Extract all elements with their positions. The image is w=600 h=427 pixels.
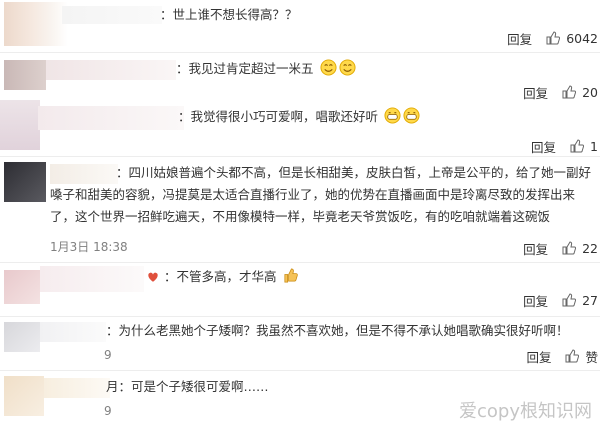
like-count: 27	[582, 292, 598, 308]
grin-emoji-icon	[403, 107, 420, 124]
thumbs-up-icon	[562, 293, 577, 307]
reply-button[interactable]: 回复	[523, 239, 548, 258]
username-blur	[38, 106, 184, 130]
comment-text: ：为什么老黑她个子矮啊？我虽然不喜欢她，但是不得不承认她唱歌确实很好听啊！	[106, 323, 569, 338]
avatar-blur	[0, 100, 40, 150]
avatar-blur	[4, 2, 68, 46]
like-count: 赞	[585, 349, 598, 365]
comment-body: ：我见过肯定超过一米五	[176, 61, 314, 76]
thumbs-up-icon	[570, 139, 585, 153]
reply-button[interactable]: 回复	[523, 291, 548, 310]
comment-actions: 回复 6042	[493, 28, 598, 48]
divider	[0, 316, 600, 317]
smile-emoji-icon	[319, 59, 337, 76]
smile-emoji-icon	[338, 59, 356, 76]
comment-actions: 回复 1	[517, 136, 598, 156]
reply-button[interactable]: 回复	[526, 347, 551, 366]
username-blur	[62, 6, 162, 24]
comment-actions: 回复 赞	[512, 346, 598, 366]
avatar-blur	[4, 162, 46, 202]
avatar-blur	[4, 60, 46, 90]
comment-text: ：不管多高，才华高	[146, 266, 299, 288]
like-count: 6042	[566, 30, 598, 46]
divider	[0, 156, 600, 157]
thumbs-up-icon	[546, 31, 561, 45]
like-count: 22	[582, 240, 598, 256]
like-button[interactable]: 20	[562, 85, 598, 100]
comment-body: ：我觉得很小巧可爱啊，唱歌还好听	[178, 109, 379, 124]
avatar-blur	[4, 376, 44, 416]
thumbs-up-icon	[562, 85, 577, 99]
like-count: 1	[590, 138, 598, 154]
divider	[0, 370, 600, 371]
like-button[interactable]: 6042	[546, 31, 598, 46]
divider	[0, 52, 600, 53]
like-count: 20	[582, 84, 598, 100]
comment-time: 9	[104, 348, 112, 362]
comment-text: ：我觉得很小巧可爱啊，唱歌还好听	[178, 106, 420, 128]
comment-text: 月：可是个子矮很可爱啊……	[106, 379, 269, 394]
comment-actions: 回复 20	[509, 82, 598, 102]
comment-text: ：世上谁不想长得高？？	[160, 7, 298, 22]
thumbs-up-icon	[565, 349, 580, 363]
heart-emoji-icon	[148, 272, 158, 282]
watermark-text: 爱copy根知识网	[459, 401, 592, 422]
comment-text: ：我见过肯定超过一米五	[176, 58, 356, 80]
comment-actions: 回复 27	[509, 290, 598, 310]
grin-emoji-icon	[384, 107, 401, 124]
username-blur	[44, 378, 110, 398]
divider	[0, 262, 600, 263]
reply-button[interactable]: 回复	[531, 137, 556, 156]
username-blur	[40, 322, 106, 342]
comment-body: ：不管多高，才华高	[163, 269, 277, 284]
comment-text: ：四川姑娘普遍个头都不高，但是长相甜美，皮肤白皙，上帝是公平的，给了她一副好嗓子…	[50, 165, 592, 224]
comment-actions: 回复 22	[509, 238, 598, 258]
like-button[interactable]: 22	[562, 241, 598, 256]
username-blur	[46, 60, 176, 80]
comment-time: 1月3日 18:38	[50, 240, 128, 254]
like-button[interactable]: 赞	[565, 347, 598, 366]
reply-button[interactable]: 回复	[507, 29, 532, 48]
reply-button[interactable]: 回复	[523, 83, 548, 102]
thumbs-up-emoji-icon	[284, 268, 299, 283]
avatar-blur	[4, 322, 40, 352]
thumbs-up-icon	[562, 241, 577, 255]
like-button[interactable]: 1	[570, 139, 598, 154]
like-button[interactable]: 27	[562, 293, 598, 308]
comment-time: 9	[104, 404, 112, 418]
avatar-blur	[4, 270, 40, 304]
username-blur	[40, 266, 144, 292]
